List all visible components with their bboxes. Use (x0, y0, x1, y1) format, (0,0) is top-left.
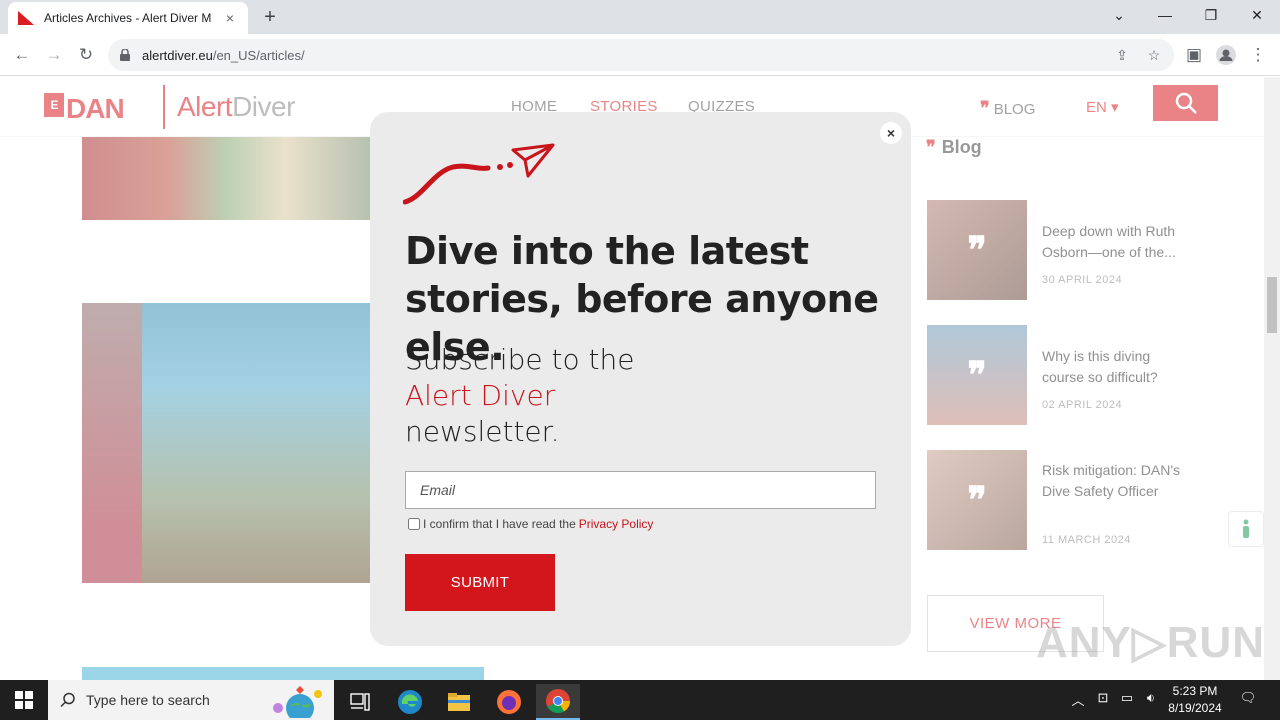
share-icon[interactable]: ⇪ (1112, 45, 1132, 65)
side-panel-icon[interactable]: ▣ (1182, 43, 1206, 67)
taskbar-clock[interactable]: 5:23 PM 8/19/2024 (1160, 683, 1230, 717)
tray-chevron-icon[interactable]: ︿ (1068, 690, 1088, 709)
page-scrollbar[interactable] (1264, 77, 1280, 680)
browser-tab[interactable]: Articles Archives - Alert Diver M × (8, 2, 248, 34)
dan-favicon-icon (18, 11, 34, 25)
url-text: alertdiver.eu/en_US/articles/ (142, 47, 305, 63)
network-icon[interactable]: ▭ (1117, 690, 1137, 706)
firefox-icon[interactable] (487, 684, 531, 720)
tray-device-icon[interactable]: ⊡ (1093, 690, 1113, 706)
search-icon (60, 692, 75, 708)
browser-menu-icon[interactable]: ⋮ (1246, 43, 1270, 67)
privacy-consent: I confirm that I have read the Privacy P… (408, 517, 653, 531)
tab-search-icon[interactable]: ⌄ (1107, 4, 1131, 26)
start-button[interactable] (0, 680, 48, 720)
bookmark-star-icon[interactable]: ☆ (1144, 45, 1164, 65)
chrome-icon[interactable] (536, 684, 580, 720)
file-explorer-icon[interactable] (437, 684, 481, 720)
new-tab-button[interactable]: + (258, 6, 282, 28)
anyrun-watermark: ANY▷RUN (1036, 618, 1266, 667)
back-arrow-icon[interactable]: ← (10, 43, 34, 67)
tab-title: Articles Archives - Alert Diver M (44, 11, 212, 25)
tab-close-icon[interactable]: × (222, 10, 238, 26)
profile-avatar-icon[interactable] (1214, 43, 1238, 67)
browser-toolbar: ← → ↻ alertdiver.eu/en_US/articles/ ⇪ ☆ … (0, 34, 1280, 76)
forward-arrow-icon[interactable]: → (42, 43, 66, 67)
taskbar-search[interactable]: Type here to search (48, 680, 334, 720)
reload-icon[interactable]: ↻ (74, 43, 98, 67)
submit-button[interactable]: SUBMIT (405, 554, 555, 611)
task-view-icon[interactable] (338, 684, 382, 720)
paper-plane-icon (403, 143, 555, 205)
privacy-checkbox[interactable] (408, 518, 420, 530)
modal-close-button[interactable]: × (880, 122, 902, 144)
windows-taskbar: Type here to search ︿ ⊡ ▭ 🔉︎ 5:23 PM 8/1… (0, 680, 1280, 720)
web-page: E DAN AlertDiver HOME STORIES QUIZZES ❞ BL… (0, 77, 1280, 680)
email-field[interactable] (405, 471, 876, 509)
close-window-button[interactable]: ✕ (1245, 4, 1269, 26)
newsletter-modal: × Dive into the latest stories, before a… (370, 112, 911, 646)
lock-icon (120, 49, 130, 61)
search-highlights-icon (273, 686, 322, 718)
minimize-button[interactable]: — (1153, 4, 1177, 26)
browser-tab-bar: Articles Archives - Alert Diver M × + ⌄ … (0, 0, 1280, 34)
edge-icon[interactable] (388, 684, 432, 720)
privacy-policy-link[interactable]: Privacy Policy (579, 517, 654, 531)
modal-subheading: Subscribe to the Alert Diver newsletter. (405, 343, 635, 448)
volume-icon[interactable]: 🔉︎ (1141, 690, 1161, 706)
windows-logo-icon (15, 691, 33, 709)
notifications-icon[interactable]: 🗨︎ (1238, 690, 1258, 706)
taskbar-search-text: Type here to search (86, 692, 210, 708)
address-bar[interactable]: alertdiver.eu/en_US/articles/ ⇪ ☆ (108, 39, 1174, 71)
maximize-button[interactable]: ❐ (1199, 4, 1223, 26)
scrollbar-thumb[interactable] (1267, 277, 1277, 333)
